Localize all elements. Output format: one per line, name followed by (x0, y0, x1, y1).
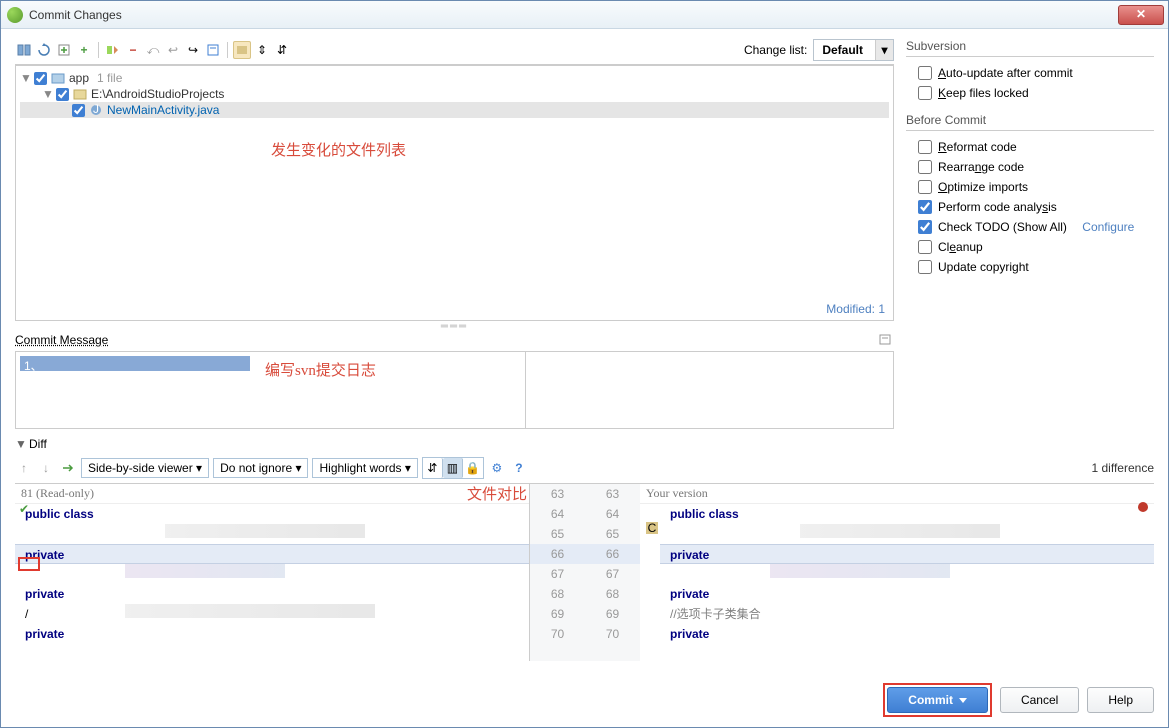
revert-icon[interactable]: ⤺ (144, 41, 162, 59)
chevron-down-icon: ▾ (875, 40, 893, 60)
error-icon (1138, 502, 1148, 512)
next-diff-icon[interactable]: ↓ (37, 459, 55, 477)
before-commit-header: Before Commit (906, 113, 1154, 131)
svg-text:C: C (648, 521, 657, 535)
tree-root-app[interactable]: ▼ app 1 file (20, 70, 889, 86)
app-icon (7, 7, 23, 23)
keep-locked-checkbox[interactable]: Keep files locked (906, 83, 1154, 103)
viewer-mode-select[interactable]: Side-by-side viewer ▾ (81, 458, 209, 478)
update-copyright-checkbox[interactable]: Update copyright (906, 257, 1154, 277)
subversion-header: Subversion (906, 39, 1154, 57)
new-changelist-icon[interactable] (55, 41, 73, 59)
reformat-checkbox[interactable]: Reformat code (906, 137, 1154, 157)
jump-source-icon[interactable] (59, 459, 77, 477)
move-icon[interactable] (104, 41, 122, 59)
annotation-changed-files: 发生变化的文件列表 (271, 139, 406, 160)
rearrange-checkbox[interactable]: Rearrange code (906, 157, 1154, 177)
cleanup-checkbox[interactable]: Cleanup (906, 237, 1154, 257)
footer: Commit Cancel Help (883, 683, 1154, 717)
tree-path-label: E:\AndroidStudioProjects (91, 87, 224, 101)
help-icon[interactable]: ? (510, 459, 528, 477)
undo2-icon[interactable]: ↩ (164, 41, 182, 59)
expand-icon[interactable]: ⇕ (253, 41, 271, 59)
diff-left-title: 81 (Read-only) (15, 484, 529, 504)
lock-icon[interactable]: 🔒 (463, 458, 483, 478)
diff-label: Diff (29, 437, 47, 451)
commit-message-label: Commit Message (15, 333, 108, 347)
changed-files-tree: ▼ app 1 file ▼ E:\AndroidStudioProjects (15, 65, 894, 321)
titlebar: Commit Changes ✕ (1, 1, 1168, 29)
subversion-section: Subversion Auto-update after commit Keep… (906, 39, 1154, 103)
diff-gutter: 6364656667686970 6364656667686970 (530, 484, 640, 661)
optimize-imports-checkbox[interactable]: Optimize imports (906, 177, 1154, 197)
refresh-icon[interactable] (35, 41, 53, 59)
configure-link[interactable]: Configure (1082, 220, 1134, 234)
close-button[interactable]: ✕ (1118, 5, 1164, 25)
commit-button[interactable]: Commit (887, 687, 988, 713)
tree-path[interactable]: ▼ E:\AndroidStudioProjects (20, 86, 889, 102)
sync-scroll-icon[interactable]: ▥ (443, 458, 463, 478)
dropdown-arrow-icon (959, 698, 967, 703)
before-commit-section: Before Commit Reformat code Rearrange co… (906, 113, 1154, 277)
annotation-diff: 文件对比 (467, 483, 527, 504)
diff-marker-highlight (18, 557, 40, 571)
resize-handle[interactable]: ═══ (15, 321, 894, 329)
diff-count: 1 difference (1092, 461, 1155, 475)
settings-icon[interactable]: ⚙ (488, 459, 506, 477)
ignore-mode-select[interactable]: Do not ignore ▾ (213, 458, 308, 478)
diff-left-pane[interactable]: 81 (Read-only) ✔ public classprivatepriv… (15, 484, 530, 661)
modified-count: Modified: 1 (826, 302, 885, 316)
module-icon (51, 71, 65, 85)
redo-icon[interactable]: ↪ (184, 41, 202, 59)
help-button[interactable]: Help (1087, 687, 1154, 713)
change-list-label: Change list: (744, 43, 807, 57)
auto-update-checkbox[interactable]: Auto-update after commit (906, 63, 1154, 83)
code-analysis-checkbox[interactable]: Perform code analysis (906, 197, 1154, 217)
tree-file-label: NewMainActivity.java (107, 103, 219, 117)
tree-file[interactable]: J NewMainActivity.java (20, 102, 889, 118)
prev-diff-icon[interactable]: ↑ (15, 459, 33, 477)
diff-right-pane[interactable]: Your version C public classprivateprivat… (640, 484, 1154, 661)
window-title: Commit Changes (29, 8, 122, 22)
annotation-commit-log: 编写svn提交日志 (265, 359, 376, 380)
remove-icon[interactable]: − (124, 41, 142, 59)
check-todo-checkbox[interactable]: Check TODO (Show All) Configure (906, 217, 1154, 237)
diff-right-title: Your version (640, 484, 1154, 504)
commit-message-area: 1、 (15, 351, 894, 429)
change-list-value: Default (822, 43, 863, 57)
svg-text:J: J (93, 103, 99, 116)
collapse-icon[interactable]: ⇵ (273, 41, 291, 59)
change-list-select[interactable]: Default ▾ (813, 39, 894, 61)
class-icon: C (644, 520, 660, 536)
collapse-unchanged-icon[interactable]: ⇵ (423, 458, 443, 478)
collapse-arrow-icon[interactable]: ▼ (20, 71, 30, 85)
checkbox[interactable] (34, 72, 47, 85)
collapse-arrow-icon[interactable]: ▼ (42, 87, 52, 101)
history-icon[interactable] (204, 41, 222, 59)
cancel-button[interactable]: Cancel (1000, 687, 1079, 713)
java-file-icon: J (89, 103, 103, 117)
diff-body: 81 (Read-only) ✔ public classprivatepriv… (15, 483, 1154, 661)
checkbox[interactable] (56, 88, 69, 101)
commit-message-text: 1、 (20, 356, 250, 371)
diff-toolbar: ↑ ↓ Side-by-side viewer ▾ Do not ignore … (15, 453, 1154, 483)
changes-toolbar: + − ⤺ ↩ ↪ ⇕ ⇵ Change list: Default (15, 39, 894, 65)
tree-root-count: 1 file (97, 71, 122, 85)
tree-root-label: app (69, 71, 89, 85)
diff-collapse-icon[interactable]: ▼ (15, 437, 25, 451)
history-message-icon[interactable] (876, 331, 894, 349)
check-icon: ✔ (19, 502, 29, 516)
highlight-mode-select[interactable]: Highlight words ▾ (312, 458, 417, 478)
folder-icon (73, 87, 87, 101)
checkbox[interactable] (72, 104, 85, 117)
group-icon[interactable] (233, 41, 251, 59)
show-diff-icon[interactable] (15, 41, 33, 59)
add-icon[interactable]: + (75, 41, 93, 59)
